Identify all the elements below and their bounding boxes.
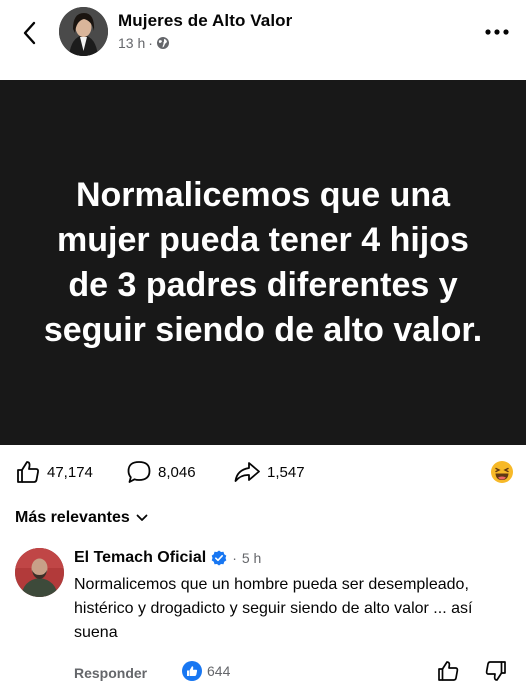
like-badge-thumb-icon — [187, 666, 198, 676]
chevron-down-icon — [136, 514, 148, 521]
comment-button[interactable]: 8,046 — [126, 452, 196, 492]
post-header: Mujeres de Alto Valor 13 h · — [0, 0, 526, 80]
chevron-left-icon — [23, 21, 36, 45]
more-options-button[interactable] — [480, 20, 514, 44]
comment-author-row: El Temach Oficial · 5 h — [74, 549, 261, 567]
avatar-image — [59, 7, 108, 56]
like-count: 47,174 — [47, 463, 93, 481]
laughing-emoji-icon — [491, 461, 513, 483]
meta-separator: · — [148, 35, 153, 51]
post-meta: 13 h · — [118, 35, 170, 51]
comment-text: Normalicemos que un hombre pueda ser des… — [74, 576, 473, 641]
thumbs-down-outline-icon — [485, 661, 506, 681]
comment-separator: · — [232, 550, 237, 566]
post-time[interactable]: 13 h — [118, 35, 145, 51]
sort-label: Más relevantes — [15, 509, 130, 526]
comment-author[interactable]: El Temach Oficial — [74, 549, 206, 567]
comment-count: 8,046 — [158, 463, 196, 481]
post-actions: 47,174 8,046 1,547 — [0, 452, 526, 492]
globe-icon — [156, 37, 169, 49]
comment-sort-dropdown[interactable]: Más relevantes — [15, 506, 148, 530]
post-text: Normalicemos que una mujer pueda tener 4… — [43, 175, 483, 349]
post-image[interactable]: Normalicemos que una mujer pueda tener 4… — [0, 80, 526, 445]
comment-footer: Responder — [74, 660, 147, 686]
share-button[interactable]: 1,547 — [233, 452, 305, 492]
thumbs-up-icon — [17, 461, 39, 483]
thumbs-up-outline-icon — [438, 661, 459, 681]
back-button[interactable] — [14, 16, 44, 50]
like-reaction-icon — [182, 661, 202, 681]
upvote-button[interactable] — [436, 659, 460, 683]
like-button[interactable]: 47,174 — [15, 452, 93, 492]
share-count: 1,547 — [267, 463, 305, 481]
share-arrow-icon — [234, 462, 260, 482]
page-name[interactable]: Mujeres de Alto Valor — [118, 11, 292, 31]
more-dots-icon — [485, 29, 509, 35]
downvote-button[interactable] — [484, 659, 508, 683]
page-avatar[interactable] — [59, 7, 108, 56]
comment-like-count: 644 — [207, 663, 231, 679]
reaction-emoji[interactable] — [490, 460, 514, 484]
commenter-avatar[interactable] — [15, 548, 64, 597]
comment-bubble-icon — [127, 461, 151, 483]
verified-badge-icon — [211, 550, 227, 566]
reply-button[interactable]: Responder — [74, 665, 147, 681]
comment-time[interactable]: 5 h — [242, 550, 261, 566]
commenter-avatar-image — [15, 548, 64, 597]
comment-likes[interactable]: 644 — [182, 661, 230, 681]
